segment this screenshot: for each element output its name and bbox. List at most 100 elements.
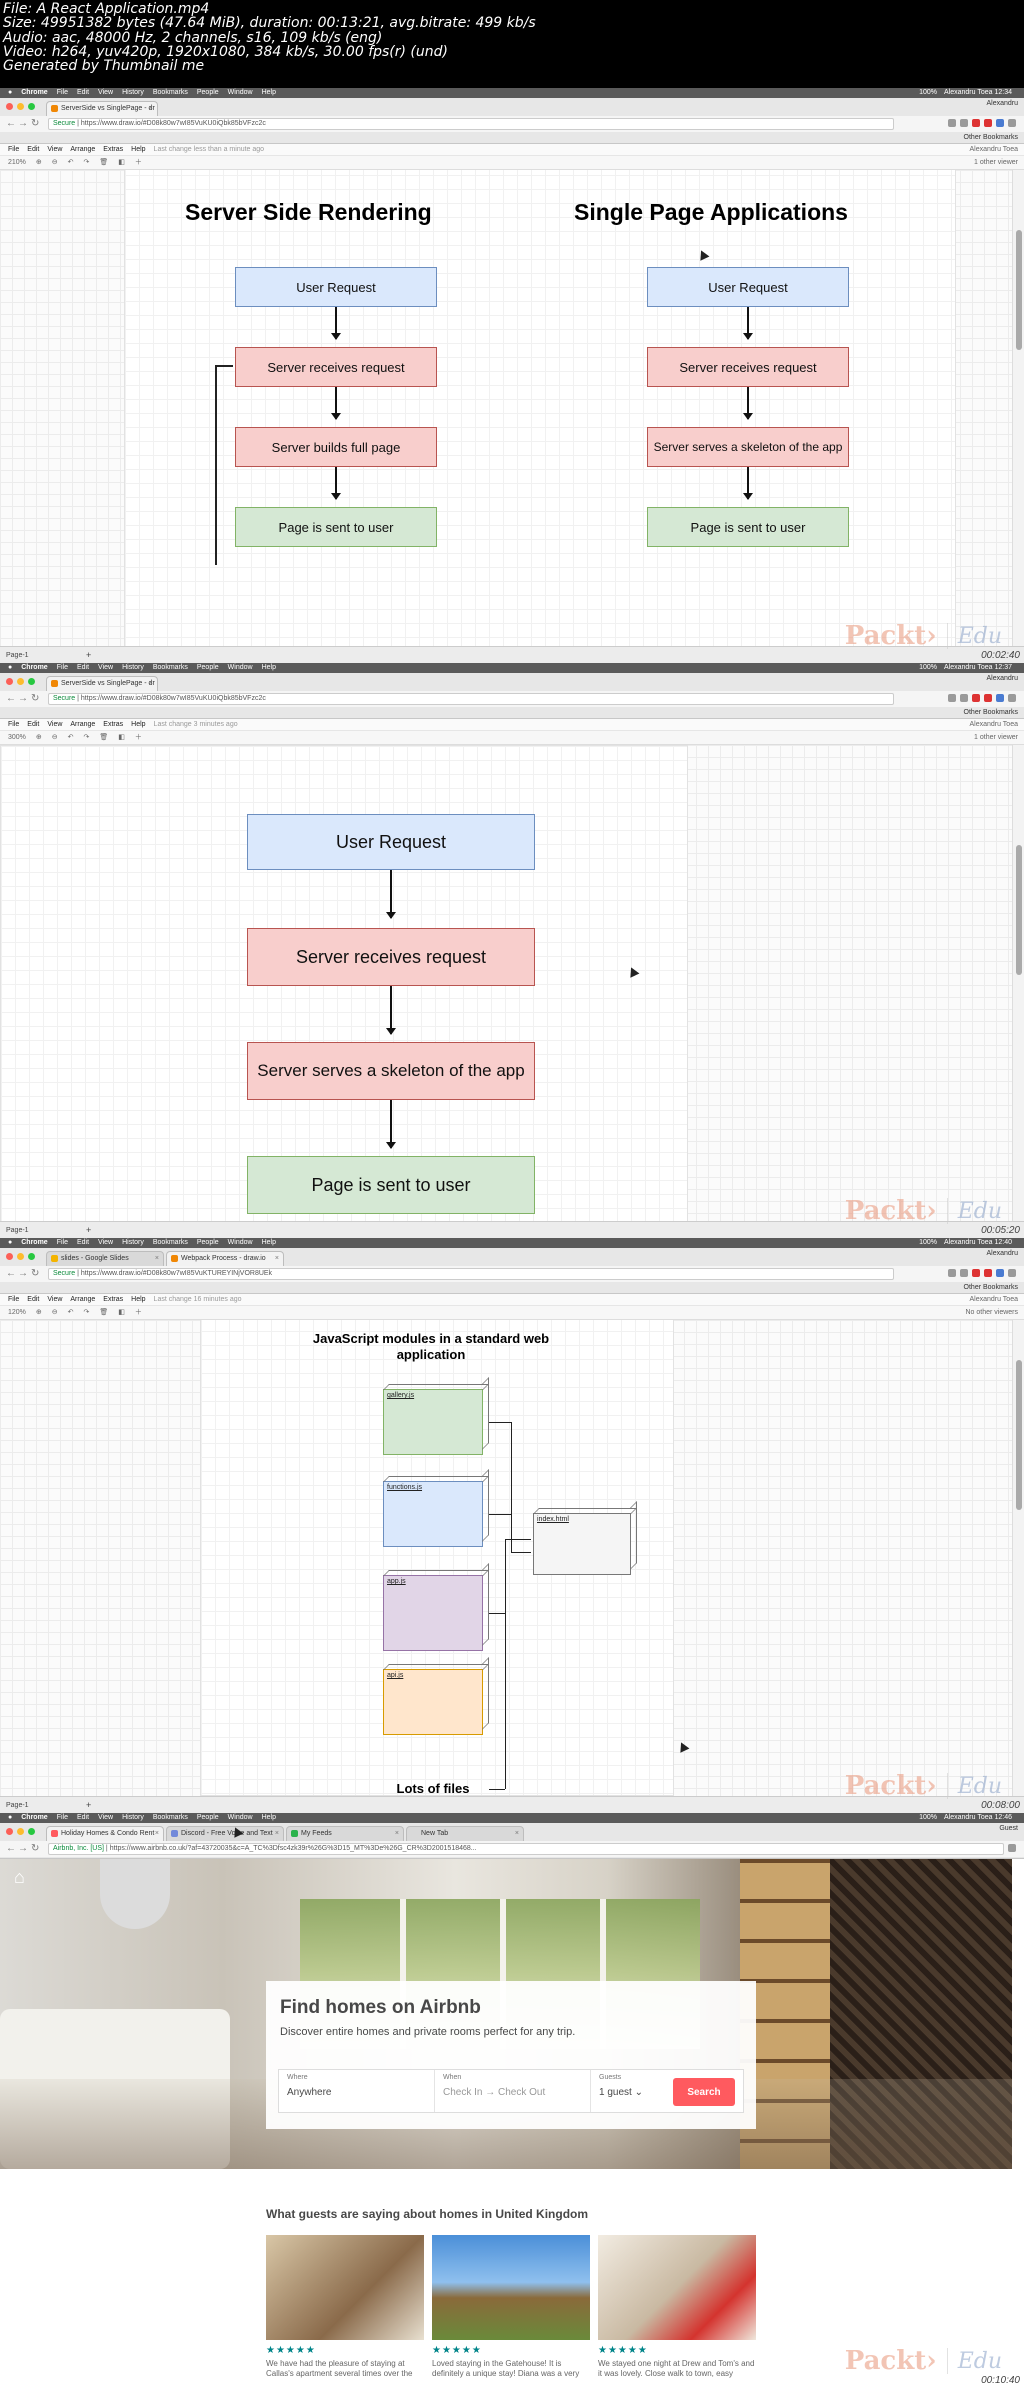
- search-button[interactable]: Search: [673, 2078, 735, 2106]
- extension-icon[interactable]: [996, 1269, 1004, 1277]
- minimize-window-icon[interactable]: [17, 678, 24, 685]
- drawio-menu-view[interactable]: View: [47, 1294, 62, 1305]
- drawio-menu-view[interactable]: View: [47, 144, 62, 155]
- menu-help[interactable]: Help: [262, 1813, 276, 1823]
- reload-icon[interactable]: ↻: [31, 692, 39, 706]
- extension-icon[interactable]: [948, 1269, 956, 1277]
- dates-input[interactable]: Check In → Check Out: [443, 2087, 582, 2098]
- tab-close-icon[interactable]: ×: [155, 1827, 159, 1840]
- extension-icon[interactable]: [984, 694, 992, 702]
- back-icon[interactable]: ←: [6, 1267, 16, 1281]
- reload-icon[interactable]: ↻: [31, 117, 39, 131]
- close-window-icon[interactable]: [6, 678, 13, 685]
- profile-name[interactable]: Alexandru: [986, 100, 1018, 107]
- insert-icon[interactable]: ＋: [135, 1306, 142, 1319]
- flow-box-page-sent[interactable]: Page is sent to user: [647, 507, 849, 547]
- forward-icon[interactable]: →: [18, 117, 28, 131]
- menu-chrome[interactable]: Chrome: [21, 1238, 47, 1248]
- browser-tab[interactable]: New Tab ×: [406, 1826, 524, 1841]
- menu-edit[interactable]: Edit: [77, 88, 89, 98]
- drawio-menu-help[interactable]: Help: [131, 1294, 145, 1305]
- menu-window[interactable]: Window: [228, 88, 253, 98]
- menu-window[interactable]: Window: [228, 1813, 253, 1823]
- menu-window[interactable]: Window: [228, 663, 253, 673]
- fill-color-icon[interactable]: ◧: [118, 731, 125, 744]
- delete-icon[interactable]: 🗑: [99, 1306, 108, 1319]
- drawio-menu-arrange[interactable]: Arrange: [70, 144, 95, 155]
- drawio-menu-help[interactable]: Help: [131, 144, 145, 155]
- menu-history[interactable]: History: [122, 1238, 144, 1248]
- tab-close-icon[interactable]: ×: [149, 102, 153, 115]
- menu-edit[interactable]: Edit: [77, 1813, 89, 1823]
- tab-close-icon[interactable]: ×: [155, 1252, 159, 1265]
- drawio-menu-view[interactable]: View: [47, 719, 62, 730]
- where-input[interactable]: Anywhere: [287, 2087, 426, 2098]
- forward-icon[interactable]: →: [18, 1267, 28, 1281]
- profile-name[interactable]: Alexandru: [986, 675, 1018, 682]
- drawio-menu-arrange[interactable]: Arrange: [70, 719, 95, 730]
- extension-icon[interactable]: [972, 119, 980, 127]
- review-card[interactable]: ★★★★★ We stayed one night at Drew and To…: [598, 2235, 756, 2385]
- extension-icon[interactable]: [984, 119, 992, 127]
- undo-icon[interactable]: ↶: [68, 1306, 74, 1319]
- menu-file[interactable]: File: [57, 88, 68, 98]
- menu-chrome[interactable]: Chrome: [21, 1813, 47, 1823]
- vertical-scrollbar[interactable]: [1012, 1320, 1024, 1796]
- other-bookmarks[interactable]: Other Bookmarks: [964, 132, 1018, 144]
- browser-tab[interactable]: My Feeds ×: [286, 1826, 404, 1841]
- menu-view[interactable]: View: [98, 1238, 113, 1248]
- browser-tab[interactable]: slides - Google Slides ×: [46, 1251, 164, 1266]
- menu-bookmarks[interactable]: Bookmarks: [153, 1238, 188, 1248]
- review-photo[interactable]: [598, 2235, 756, 2340]
- extension-icon[interactable]: [996, 694, 1004, 702]
- tab-close-icon[interactable]: ×: [149, 677, 153, 690]
- page-tab[interactable]: Page-1: [6, 1802, 29, 1809]
- drawio-menu-file[interactable]: File: [8, 1294, 19, 1305]
- flow-box-server-serves-skeleton[interactable]: Server serves a skeleton of the app: [647, 427, 849, 467]
- menu-edit[interactable]: Edit: [77, 1238, 89, 1248]
- extension-icon[interactable]: [948, 119, 956, 127]
- browser-tab[interactable]: Webpack Process - draw.io ×: [166, 1251, 284, 1266]
- menu-window[interactable]: Window: [228, 1238, 253, 1248]
- menu-people[interactable]: People: [197, 1813, 219, 1823]
- reload-icon[interactable]: ↻: [31, 1267, 39, 1281]
- browser-tab[interactable]: Discord - Free Voice and Text ×: [166, 1826, 284, 1841]
- minimize-window-icon[interactable]: [17, 1253, 24, 1260]
- back-icon[interactable]: ←: [6, 1842, 16, 1856]
- menu-edit[interactable]: Edit: [77, 663, 89, 673]
- guests-select[interactable]: 1 guest ⌄: [599, 2087, 661, 2098]
- minimize-window-icon[interactable]: [17, 103, 24, 110]
- extension-icon[interactable]: [960, 1269, 968, 1277]
- address-bar[interactable]: Secure | https://www.draw.io/#D08k80w7wI…: [48, 1268, 894, 1280]
- menu-chrome[interactable]: Chrome: [21, 663, 47, 673]
- menu-file[interactable]: File: [57, 1813, 68, 1823]
- flow-box-server-receives[interactable]: Server receives request: [247, 928, 535, 986]
- user-name[interactable]: Alexandru Toea: [969, 719, 1018, 731]
- where-field[interactable]: Where Anywhere: [279, 2070, 435, 2112]
- tab-close-icon[interactable]: ×: [515, 1827, 519, 1840]
- diagram-canvas[interactable]: Server Side Rendering Single Page Applic…: [0, 170, 1012, 646]
- add-page-icon[interactable]: +: [86, 647, 91, 663]
- vertical-scrollbar[interactable]: [1012, 170, 1024, 646]
- drawio-menu-edit[interactable]: Edit: [27, 719, 39, 730]
- undo-icon[interactable]: ↶: [68, 156, 74, 169]
- vertical-scrollbar[interactable]: [1012, 745, 1024, 1221]
- page-tab[interactable]: Page-1: [6, 652, 29, 659]
- zoom-in-icon[interactable]: ⊕: [36, 731, 42, 744]
- flow-box-server-builds[interactable]: Server builds full page: [235, 427, 437, 467]
- apple-icon[interactable]: ●: [8, 1238, 12, 1248]
- maximize-window-icon[interactable]: [28, 103, 35, 110]
- delete-icon[interactable]: 🗑: [99, 731, 108, 744]
- review-card[interactable]: ★★★★★ Loved staying in the Gatehouse! It…: [432, 2235, 590, 2385]
- close-window-icon[interactable]: [6, 1828, 13, 1835]
- drawio-menu-extras[interactable]: Extras: [103, 144, 123, 155]
- drawio-menu-help[interactable]: Help: [131, 719, 145, 730]
- menu-people[interactable]: People: [197, 88, 219, 98]
- address-bar[interactable]: Airbnb, Inc. [US] | https://www.airbnb.c…: [48, 1843, 1004, 1855]
- drawio-menu-extras[interactable]: Extras: [103, 1294, 123, 1305]
- menu-help[interactable]: Help: [262, 663, 276, 673]
- menu-view[interactable]: View: [98, 663, 113, 673]
- when-field[interactable]: When Check In → Check Out: [435, 2070, 591, 2112]
- fill-color-icon[interactable]: ◧: [118, 1306, 125, 1319]
- insert-icon[interactable]: ＋: [135, 156, 142, 169]
